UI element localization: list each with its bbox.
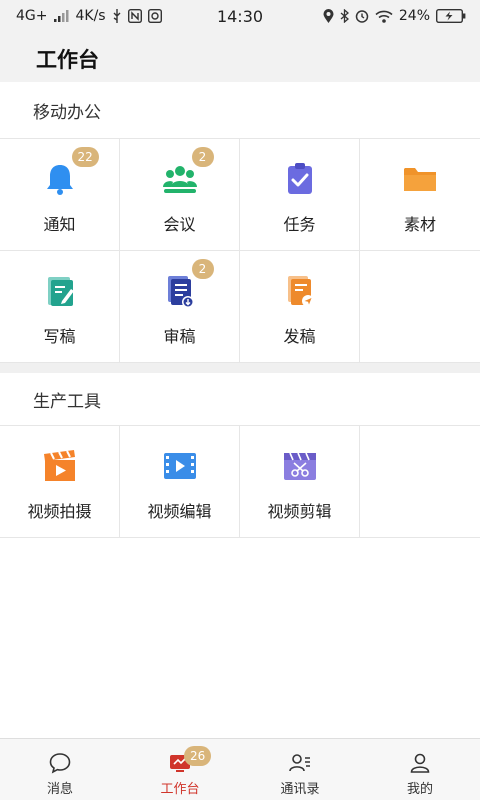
contacts-icon: [288, 751, 312, 775]
clipboard-check-icon: [282, 161, 318, 197]
tile-label: 任务: [283, 215, 316, 234]
page-title: 工作台: [36, 48, 99, 72]
status-right: 24%: [323, 8, 466, 24]
folder-icon: [402, 161, 438, 197]
tab-me[interactable]: 我的: [360, 739, 480, 800]
tile-meeting[interactable]: 2 会议: [120, 139, 240, 251]
network-type: 4G+: [16, 8, 48, 24]
section-title-mobile-office: 移动办公: [0, 82, 480, 138]
empty-tile: [360, 426, 480, 538]
video-edit-icon: [162, 448, 198, 484]
tile-label: 审稿: [163, 327, 196, 346]
section-title-production-tools: 生产工具: [0, 373, 480, 425]
tile-label: 素材: [403, 215, 436, 234]
tile-label: 视频编辑: [147, 502, 212, 521]
review-doc-icon: [162, 273, 198, 309]
tile-label: 通知: [43, 215, 76, 234]
chat-bubble-icon: [48, 751, 72, 775]
tile-label: 会议: [163, 215, 196, 234]
tile-label: 发稿: [283, 327, 316, 346]
send-doc-icon: [282, 273, 318, 309]
tile-task[interactable]: 任务: [240, 139, 360, 251]
bluetooth-icon: [340, 9, 349, 23]
tile-label: 视频拍摄: [27, 502, 92, 521]
tab-workbench[interactable]: 26 工作台: [120, 739, 240, 800]
mobile-office-grid: 22 通知 2 会议 任务 素材 写稿 2 审稿 发稿: [0, 138, 480, 363]
write-doc-icon: [42, 273, 78, 309]
tile-video-edit[interactable]: 视频编辑: [120, 426, 240, 538]
bell-icon: [42, 161, 78, 197]
tab-label: 我的: [406, 782, 433, 797]
workbench-badge: 26: [184, 746, 212, 766]
wifi-icon: [375, 10, 393, 23]
battery-percent: 24%: [398, 8, 430, 24]
tab-label: 工作台: [160, 782, 200, 797]
tile-review[interactable]: 2 审稿: [120, 251, 240, 363]
page-header: 工作台: [0, 32, 480, 82]
tile-notice[interactable]: 22 通知: [0, 139, 120, 251]
meeting-badge: 2: [191, 147, 214, 167]
people-icon: [162, 161, 198, 197]
battery-icon: [436, 9, 466, 23]
tab-messages[interactable]: 消息: [0, 739, 120, 800]
alarm-icon: [355, 10, 369, 23]
tab-label: 通讯录: [280, 782, 320, 797]
status-bar: 4G+ 4K/s 14:30 24%: [0, 0, 480, 32]
tile-publish[interactable]: 发稿: [240, 251, 360, 363]
production-tools-grid: 视频拍摄 视频编辑 视频剪辑: [0, 425, 480, 538]
bottom-tab-bar: 消息 26 工作台 通讯录 我的: [0, 738, 480, 800]
signal-icon: [53, 10, 68, 22]
empty-tile: [360, 251, 480, 363]
review-badge: 2: [191, 259, 214, 279]
tile-write[interactable]: 写稿: [0, 251, 120, 363]
tile-label: 写稿: [43, 327, 76, 346]
section-divider: [0, 363, 480, 373]
usb-icon: [113, 9, 121, 23]
video-shoot-icon: [42, 448, 78, 484]
tile-label: 视频剪辑: [267, 502, 332, 521]
app-notification-icon: [147, 9, 162, 23]
tile-video-cut[interactable]: 视频剪辑: [240, 426, 360, 538]
tab-label: 消息: [46, 782, 73, 797]
notice-badge: 22: [71, 147, 99, 167]
nfc-icon: [127, 9, 142, 23]
location-icon: [323, 9, 334, 23]
tile-material[interactable]: 素材: [360, 139, 480, 251]
tab-contacts[interactable]: 通讯录: [240, 739, 360, 800]
tile-video-shoot[interactable]: 视频拍摄: [0, 426, 120, 538]
status-left: 4G+ 4K/s: [16, 8, 162, 24]
video-cut-icon: [282, 448, 318, 484]
network-speed: 4K/s: [75, 8, 106, 24]
person-icon: [408, 751, 432, 775]
